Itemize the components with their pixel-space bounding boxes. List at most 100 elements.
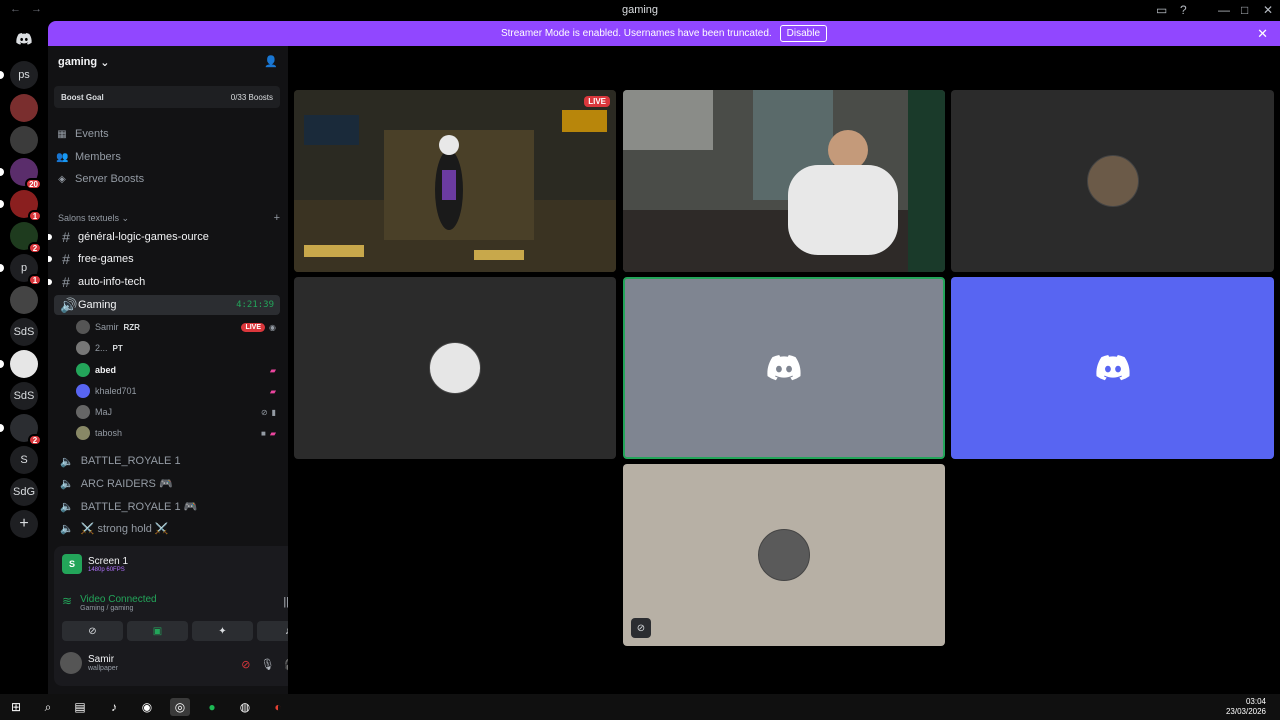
signal-icon: ≋ <box>62 594 73 608</box>
system-clock[interactable]: 03:04 23/03/2026 <box>1226 697 1266 717</box>
streamer-mode-banner: Streamer Mode is enabled. Usernames have… <box>48 21 1280 46</box>
live-badge: LIVE <box>241 322 266 332</box>
voice-user[interactable]: khaled701 ▰ <box>76 382 280 400</box>
app-icon[interactable]: ◉ <box>137 698 157 716</box>
add-server-icon[interactable]: + <box>10 510 38 538</box>
close-window-icon[interactable]: ✕ <box>1263 3 1273 17</box>
search-icon[interactable]: ⌕ <box>38 698 58 716</box>
discord-taskbar-icon[interactable]: ◎ <box>170 698 190 716</box>
voice-user[interactable]: 2... PT <box>76 339 280 357</box>
nav-server-boosts[interactable]: ◈ Server Boosts <box>56 169 144 189</box>
speaker-icon: 🔈 <box>60 477 74 490</box>
voice-channel-gaming[interactable]: 🔊 Gaming 4:21:39 <box>54 295 280 315</box>
voice-channel[interactable]: 🔈 ⚔️ strong hold ⚔️ <box>54 518 280 538</box>
nav-members[interactable]: 👥 Members <box>56 147 121 167</box>
speaker-icon: 🔊 <box>60 296 78 313</box>
channel-auto-info-tech[interactable]: # auto-info-tech <box>48 272 280 292</box>
voice-user[interactable]: abed ▰ <box>76 361 280 379</box>
voice-panel: S Screen 11480p 60FPS ⊠ ≋ Video Connecte… <box>54 546 326 686</box>
category-text-channels[interactable]: Salons textuels ⌄ + <box>58 212 280 224</box>
spotify-icon[interactable]: ● <box>202 698 222 716</box>
server-icon[interactable] <box>10 286 38 314</box>
maximize-icon[interactable]: □ <box>1241 3 1248 17</box>
server-s[interactable]: S <box>10 446 38 474</box>
voice-user[interactable]: tabosh ■ ▰ <box>76 424 280 442</box>
server-ps[interactable]: ps <box>10 61 38 89</box>
invite-icon[interactable]: 👤 <box>264 55 278 68</box>
server-icon[interactable]: 2 <box>10 414 42 446</box>
voice-timer: 4:21:39 <box>236 300 274 310</box>
user-tile[interactable]: ⊘ <box>623 464 945 646</box>
server-icon[interactable]: 1 <box>10 190 42 222</box>
activities-button[interactable]: ✦ <box>192 621 253 641</box>
activity-icon: ▰ <box>269 428 276 438</box>
nav-events[interactable]: ▦ Events <box>56 124 108 144</box>
inbox-icon[interactable]: ▭ <box>1156 3 1167 17</box>
title-bar: ← → gaming ▭ ? — □ ✕ <box>0 0 1280 21</box>
deafened-icon: ⊘ <box>260 407 268 417</box>
speaker-icon: 🔈 <box>60 455 74 468</box>
voice-actions: ⊘ ▣ ✦ ♪ <box>62 621 318 641</box>
webcam-tile[interactable] <box>623 90 945 272</box>
server-icon[interactable]: 20 <box>10 158 42 190</box>
voice-channel[interactable]: 🔈 BATTLE_ROYALE 1 🎮 <box>54 496 280 516</box>
camera-off-button[interactable]: ⊘ <box>62 621 123 641</box>
user-tile[interactable] <box>951 90 1274 272</box>
steam-icon[interactable]: ◍ <box>235 698 255 716</box>
user-tile-speaking[interactable] <box>623 277 945 459</box>
boost-value: 0/33 Boosts <box>230 92 273 102</box>
user-tile[interactable] <box>951 277 1274 459</box>
screen-share-button[interactable]: ▣ <box>127 621 188 641</box>
voice-user[interactable]: Samir RZR LIVE ◉ <box>76 318 280 336</box>
avatar <box>758 529 810 581</box>
server-sds[interactable]: SdS <box>10 382 38 410</box>
banner-text: Streamer Mode is enabled. Usernames have… <box>500 28 772 39</box>
user-tile[interactable] <box>294 277 616 459</box>
server-sdg[interactable]: SdG <box>10 478 38 506</box>
server-icon[interactable] <box>10 350 38 378</box>
voice-user[interactable]: MaJ ⊘ ▮ <box>76 403 280 421</box>
user-area[interactable]: Samir wallpaper <box>60 652 118 674</box>
avatar <box>1086 155 1139 207</box>
server-sds[interactable]: SdS <box>10 318 38 346</box>
voice-channel[interactable]: 🔈 ARC RAIDERS 🎮 <box>54 473 280 493</box>
server-rail: ps 20 1 2 p1 SdS SdS 2 S SdG + <box>0 21 48 694</box>
calendar-icon: ▦ <box>57 128 67 140</box>
minimize-icon[interactable]: — <box>1218 3 1230 17</box>
help-icon[interactable]: ? <box>1180 3 1187 17</box>
discord-home-icon[interactable] <box>10 25 38 53</box>
disable-button[interactable]: Disable <box>779 25 828 42</box>
task-view-icon[interactable]: ▤ <box>70 698 90 716</box>
tiktok-icon[interactable]: ♪ <box>104 698 124 716</box>
mention-badge: 2 <box>28 434 42 446</box>
server-header[interactable]: gaming ⌄ 👤 <box>48 46 288 78</box>
boost-goal[interactable]: Boost Goal 0/33 Boosts <box>54 86 280 108</box>
mic-icon[interactable]: 🎙 <box>260 658 274 671</box>
watch-icon: ◉ <box>269 322 276 332</box>
windows-start-icon[interactable]: ⊞ <box>6 698 26 716</box>
server-icon[interactable] <box>10 94 38 122</box>
close-icon[interactable]: ✕ <box>1257 26 1268 42</box>
camera-icon: ■ <box>261 428 266 438</box>
server-icon[interactable] <box>10 126 38 154</box>
add-channel-icon[interactable]: + <box>274 212 280 224</box>
channel-general[interactable]: # général-logic-games-ource <box>48 227 280 247</box>
channel-free-games[interactable]: # free-games <box>48 249 280 269</box>
server-p[interactable]: p1 <box>10 254 42 286</box>
boost-label: Boost Goal <box>61 92 104 102</box>
mention-badge: 20 <box>25 178 42 190</box>
activity-icon: ▰ <box>269 365 276 375</box>
mention-badge: 1 <box>28 210 42 222</box>
discord-logo-icon <box>1095 355 1130 381</box>
voice-channel[interactable]: 🔈 BATTLE_ROYALE 1 <box>54 451 280 471</box>
window-title: gaming <box>621 4 659 16</box>
server-icon[interactable]: 2 <box>10 222 42 254</box>
stream-info: S Screen 1 1480p 60FPS <box>62 554 128 574</box>
screen-share-tile[interactable]: LIVE <box>294 90 616 272</box>
muted-icon[interactable]: ⊘ <box>631 618 651 638</box>
discord-logo-icon <box>767 355 801 381</box>
camera-off-icon[interactable]: ⊘ <box>241 658 250 671</box>
mention-badge: 2 <box>28 242 42 254</box>
speaker-icon: 🔈 <box>60 522 74 535</box>
chrome-icon[interactable]: ◐ <box>268 698 288 716</box>
